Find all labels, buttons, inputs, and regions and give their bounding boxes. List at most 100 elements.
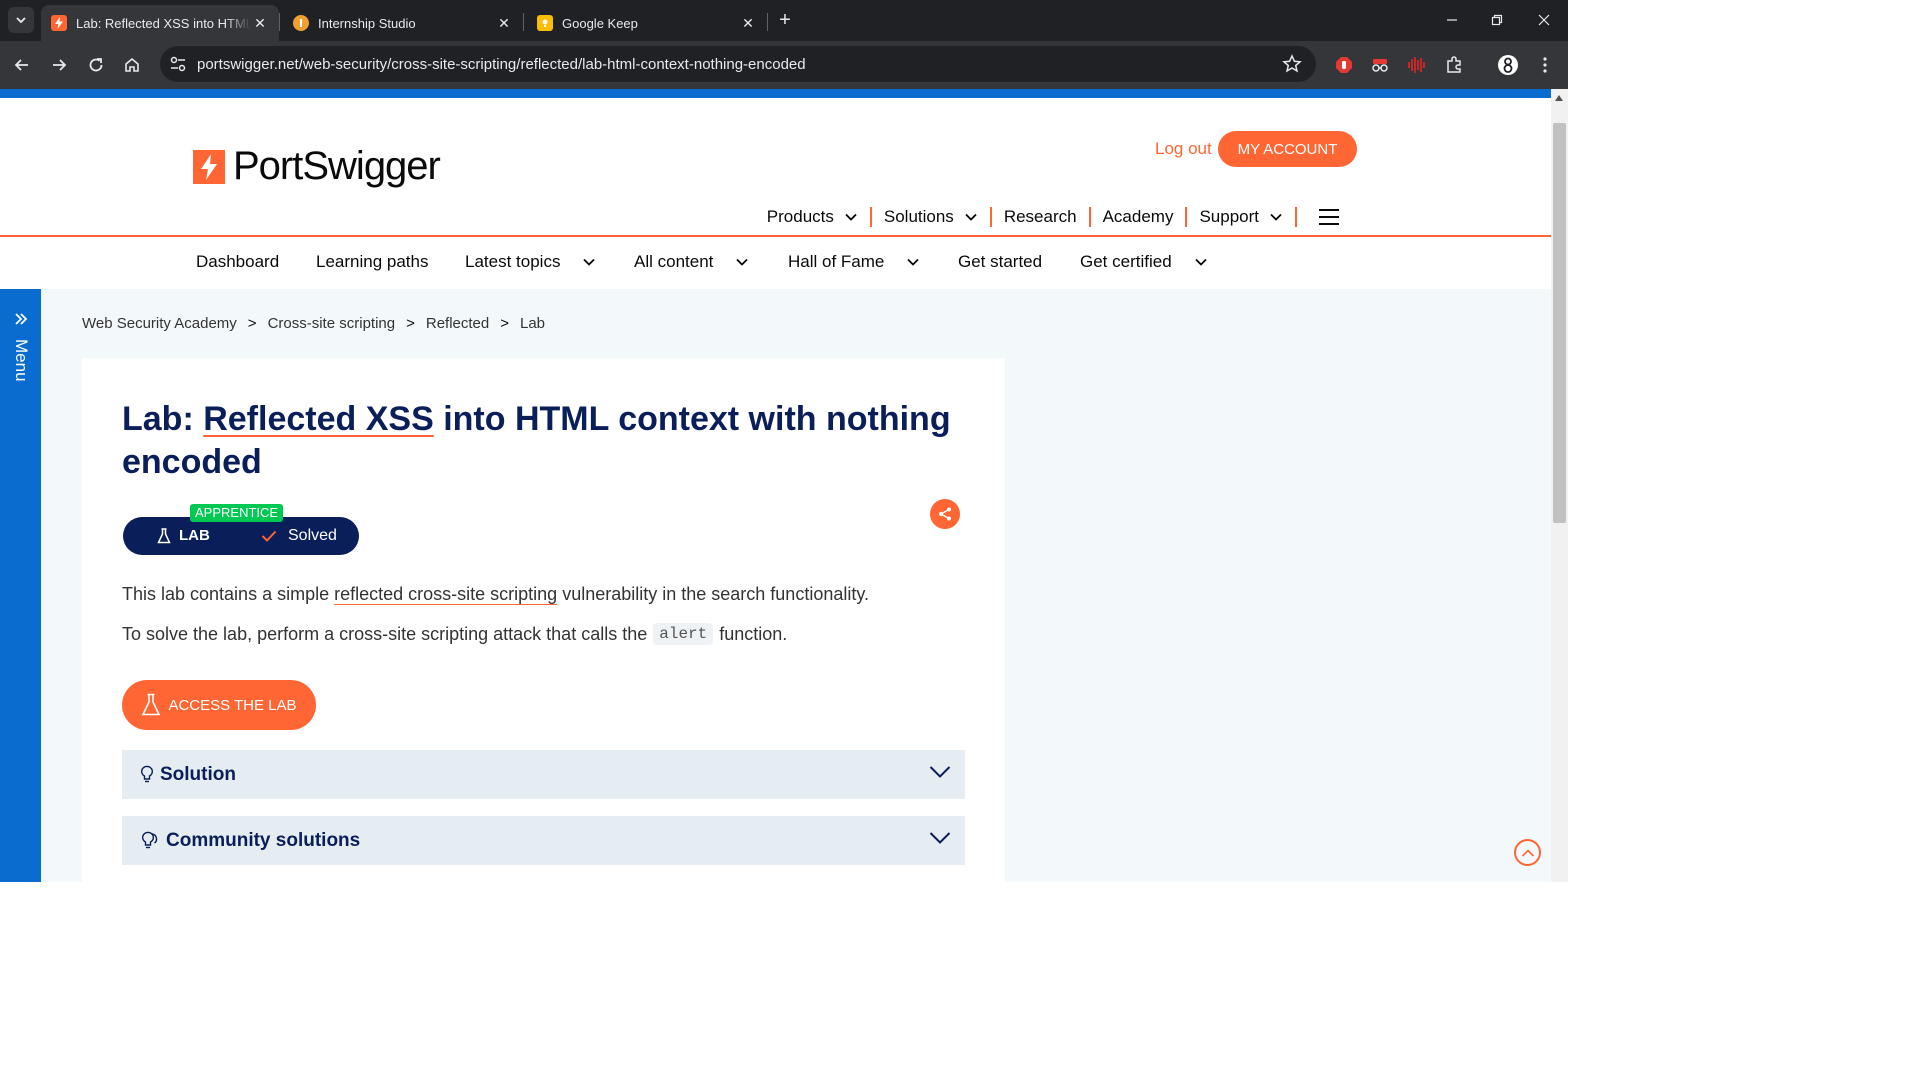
nav-hamburger[interactable] <box>1297 207 1351 227</box>
breadcrumb-item[interactable]: Reflected <box>426 315 489 332</box>
subnav-label: All content <box>634 252 714 271</box>
chevron-up-icon <box>1521 848 1534 857</box>
accordion-label: Community solutions <box>166 829 361 851</box>
close-icon[interactable]: ✕ <box>251 14 269 32</box>
tab-lab[interactable]: Lab: Reflected XSS into HTML context wit… <box>41 5 279 41</box>
extension-audio[interactable] <box>1405 53 1429 77</box>
page-accent-bar <box>0 89 1568 98</box>
nav-item-academy[interactable]: Academy <box>1091 207 1188 227</box>
close-icon[interactable]: ✕ <box>495 14 513 32</box>
tab-internship-studio[interactable]: Internship Studio ✕ <box>283 5 523 41</box>
subnav-all-content[interactable]: All content <box>634 252 749 272</box>
tab-search-button[interactable] <box>8 7 34 33</box>
minimize-button[interactable] <box>1439 8 1465 32</box>
breadcrumb-separator: > <box>500 315 509 332</box>
nav-item-support[interactable]: Support <box>1187 207 1297 227</box>
breadcrumb-item-current[interactable]: Lab <box>520 315 545 332</box>
subnav-latest-topics[interactable]: Latest topics <box>465 252 596 272</box>
address-bar[interactable]: portswigger.net/web-security/cross-site-… <box>160 46 1316 82</box>
page-scrollbar[interactable] <box>1551 89 1568 882</box>
extension-adblock[interactable] <box>1332 53 1356 77</box>
stop-hand-icon <box>1336 57 1352 73</box>
nav-item-solutions[interactable]: Solutions <box>872 207 992 227</box>
close-icon <box>1538 14 1550 26</box>
puzzle-icon <box>1447 56 1461 73</box>
nav-item-research[interactable]: Research <box>992 207 1091 227</box>
browser-tab-bar: Lab: Reflected XSS into HTML context wit… <box>0 0 1568 41</box>
subnav-hall-of-fame[interactable]: Hall of Fame <box>788 252 920 272</box>
profile-button[interactable] <box>1496 53 1520 77</box>
subnav-dashboard[interactable]: Dashboard <box>196 252 279 272</box>
share-icon <box>939 507 951 521</box>
reload-button[interactable] <box>84 53 108 77</box>
subnav-label: Latest topics <box>465 252 561 271</box>
tab-google-keep[interactable]: Google Keep ✕ <box>527 5 767 41</box>
title-prefix: Lab: <box>122 400 204 438</box>
share-button[interactable] <box>930 499 960 529</box>
nav-item-products[interactable]: Products <box>755 207 872 227</box>
back-button[interactable] <box>10 53 34 77</box>
lab-status-text: Solved <box>288 527 337 544</box>
tab-title: Lab: Reflected XSS into HTML context wit… <box>76 15 251 31</box>
logout-link[interactable]: Log out <box>1155 139 1212 159</box>
arrow-left-icon <box>14 59 28 71</box>
subnav-get-certified[interactable]: Get certified <box>1080 252 1208 272</box>
portswigger-logo[interactable]: PortSwigger <box>193 144 441 189</box>
task-text: function. <box>719 623 788 644</box>
my-account-button[interactable]: MY ACCOUNT <box>1218 131 1357 167</box>
home-icon <box>125 57 139 72</box>
side-menu-toggle[interactable]: Menu <box>0 289 41 882</box>
scrollbar-thumb[interactable] <box>1553 123 1566 523</box>
access-lab-button[interactable]: ACCESS THE LAB <box>122 680 316 730</box>
portswigger-logo-icon <box>193 149 225 184</box>
restore-icon <box>1491 14 1503 26</box>
logo-text: PortSwigger <box>233 144 441 188</box>
scroll-up-arrow-icon[interactable] <box>1555 95 1563 101</box>
breadcrumb-separator: > <box>247 315 257 332</box>
close-window-button[interactable] <box>1531 8 1557 32</box>
home-button[interactable] <box>120 53 144 77</box>
nav-item-label: Academy <box>1102 207 1174 226</box>
subnav-get-started[interactable]: Get started <box>958 252 1042 272</box>
nav-item-label: Solutions <box>883 207 954 226</box>
reflected-xss-link[interactable]: reflected cross-site scripting <box>334 584 557 604</box>
lab-type-text: LAB <box>179 527 210 544</box>
arrow-right-icon <box>53 59 67 71</box>
subnav-learning-paths[interactable]: Learning paths <box>316 252 428 272</box>
internship-studio-icon <box>293 15 309 31</box>
nav-item-label: Products <box>766 207 834 226</box>
community-solutions-accordion[interactable]: Community solutions <box>122 816 965 865</box>
subnav-label: Get certified <box>1080 252 1172 271</box>
tab-divider <box>767 13 768 31</box>
new-tab-button[interactable]: + <box>774 9 796 31</box>
title-topic-link[interactable]: Reflected XSS <box>203 400 434 438</box>
scroll-to-top-button[interactable] <box>1514 839 1541 866</box>
lab-card: Lab: Reflected XSS into HTML context wit… <box>82 358 1005 882</box>
breadcrumb-separator: > <box>406 315 415 332</box>
breadcrumb-item[interactable]: Cross-site scripting <box>268 315 396 332</box>
restore-button[interactable] <box>1484 8 1510 32</box>
flask-icon <box>142 693 161 716</box>
tab-divider <box>279 13 280 31</box>
breadcrumb-item[interactable]: Web Security Academy <box>82 315 237 332</box>
site-info-icon[interactable] <box>168 54 188 74</box>
reload-icon <box>89 58 103 72</box>
nav-item-label: Support <box>1199 207 1259 226</box>
bookmark-star-icon[interactable] <box>1282 54 1302 74</box>
web-page: PortSwigger Log out MY ACCOUNT Products … <box>0 98 1551 882</box>
chevron-down-icon <box>736 258 749 266</box>
chevron-down-icon <box>845 213 857 221</box>
description-text: vulnerability in the search functionalit… <box>557 584 870 604</box>
lab-task: To solve the lab, perform a cross-site s… <box>122 623 787 645</box>
nav-item-label: Research <box>1003 207 1077 226</box>
accordion-label: Solution <box>160 763 236 785</box>
close-icon[interactable]: ✕ <box>739 14 757 32</box>
lab-description: This lab contains a simple reflected cro… <box>122 584 869 605</box>
forward-button[interactable] <box>47 53 71 77</box>
chevron-down-icon <box>1195 258 1207 266</box>
extensions-button[interactable] <box>1442 53 1466 77</box>
code-snippet: alert <box>653 623 714 645</box>
extension-glasses[interactable] <box>1368 53 1392 77</box>
solution-accordion[interactable]: Solution <box>122 750 965 799</box>
browser-menu-button[interactable] <box>1533 53 1557 77</box>
